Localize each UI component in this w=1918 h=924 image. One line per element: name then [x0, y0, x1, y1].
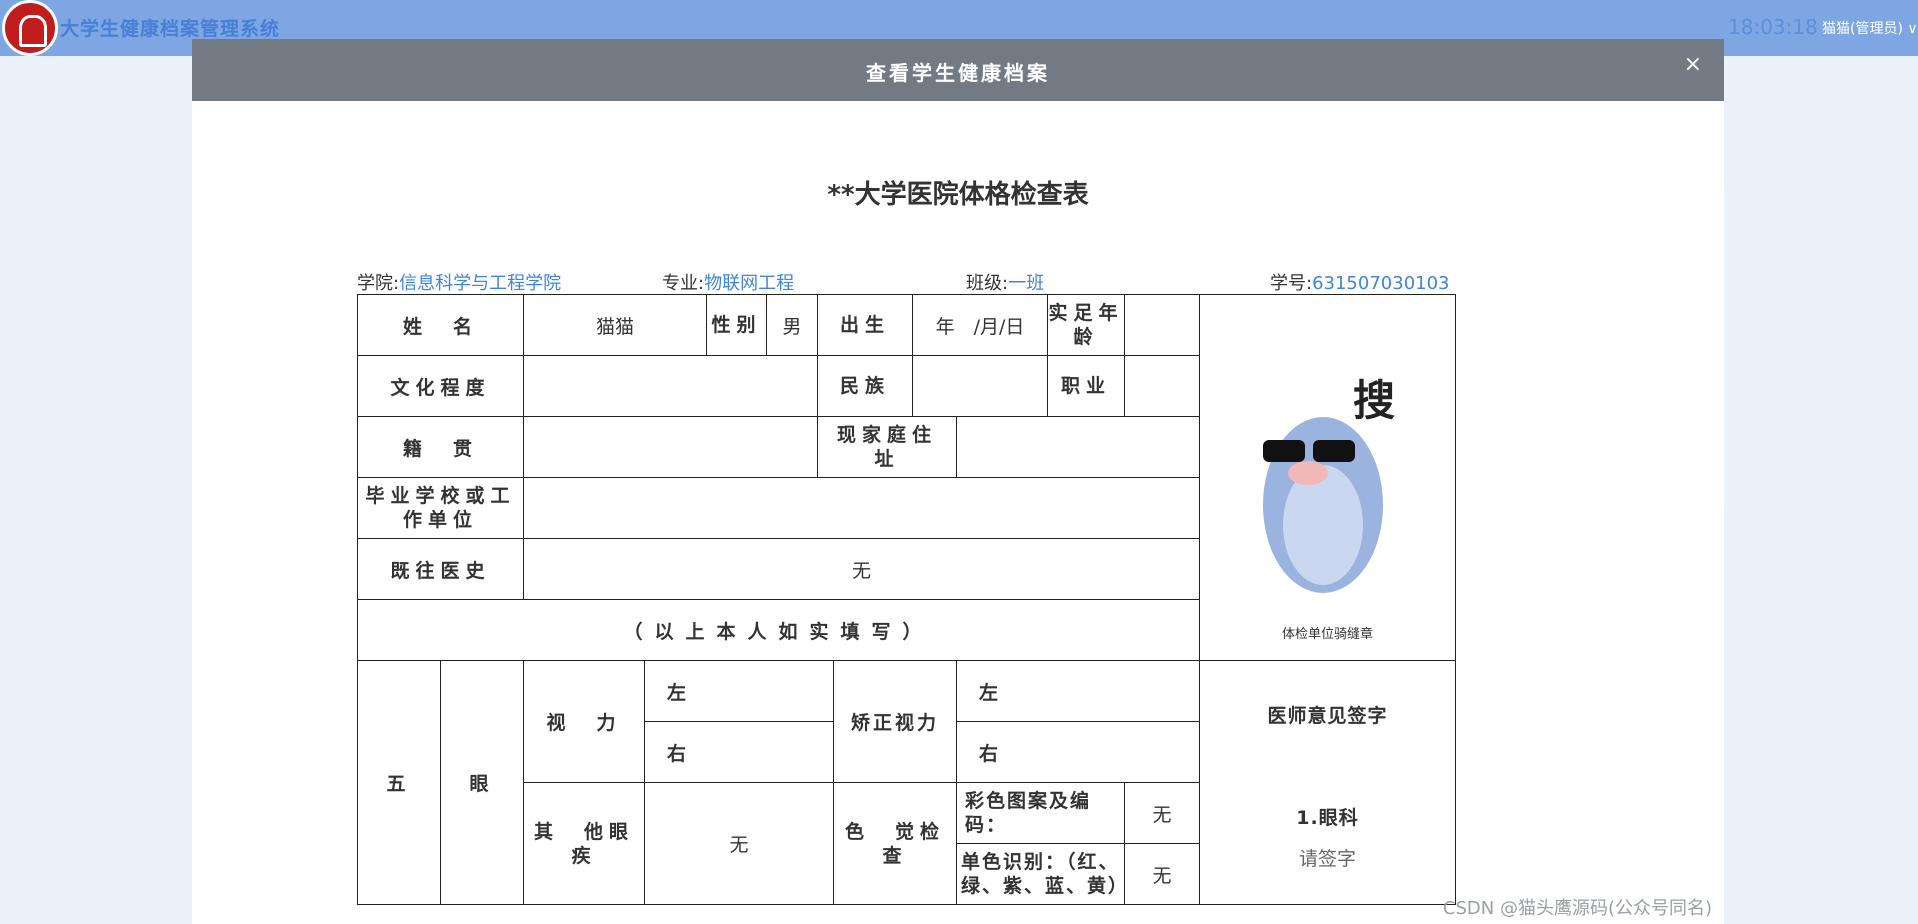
ethnic-label: 民族 [817, 355, 913, 417]
doctor-opinion-label: 医师意见签字 [1267, 705, 1388, 727]
user-name: 猫猫(管理员) [1822, 21, 1903, 37]
major-label: 专业: [662, 273, 705, 294]
age-value [1124, 294, 1200, 356]
corrected-right-label: 右 [956, 721, 1200, 783]
color-vision-label: 色 觉检 查 [833, 782, 964, 905]
section-five-label: 五 [357, 660, 441, 905]
name-value: 猫猫 [523, 294, 707, 356]
other-eye-label: 其 他眼 疾 [523, 782, 653, 905]
other-eye-value: 无 [644, 782, 834, 905]
corrected-left-label: 左 [956, 660, 1200, 722]
doctor-opinion-cell: 医师意见签字 1.眼科 请签字 [1199, 660, 1456, 905]
ethnic-value [912, 355, 1048, 417]
school-label: 毕业学校或工作单位 [357, 477, 524, 539]
college-field: 学院:信息科学与工程学院 [357, 269, 561, 295]
job-label: 职业 [1047, 355, 1125, 417]
student-id-value: 631507030103 [1312, 273, 1450, 294]
university-logo [2, 0, 58, 56]
native-place-label: 籍 贯 [357, 416, 524, 478]
mono-color-label: 单色识别：（红、绿、紫、蓝、黄） [956, 843, 1127, 905]
student-id-label: 学号: [1270, 273, 1313, 294]
watermark: CSDN @猫头鹰源码(公众号同名) [1442, 898, 1712, 919]
gender-value: 男 [766, 294, 818, 356]
class-label: 班级: [966, 273, 1009, 294]
birth-date-input[interactable]: 年 /月/日 [912, 294, 1048, 356]
student-id-field: 学号:631507030103 [1270, 269, 1450, 295]
clock: 18:03:18 [1728, 15, 1818, 39]
svg-text:搜: 搜 [1353, 376, 1395, 425]
corrected-vision-label: 矫正视力 [833, 660, 957, 783]
vision-left-label: 左 [644, 660, 834, 722]
major-value: 物联网工程 [704, 273, 795, 294]
health-record-modal: 查看学生健康档案 × **大学医院体格检查表 学院:信息科学与工程学院 专业:物… [192, 39, 1724, 924]
address-value [956, 416, 1200, 478]
color-pattern-value: 无 [1124, 782, 1200, 844]
education-label: 文化程度 [357, 355, 524, 417]
exam-table: 姓 名 猫猫 性别 男 出生 年 /月/日 实足年龄 搜 体检单位骑缝章 文化程… [357, 294, 1456, 905]
color-pattern-label: 彩色图案及编码： [956, 782, 1125, 844]
form-title: **大学医院体格检查表 [827, 180, 1089, 210]
name-label: 姓 名 [357, 294, 524, 356]
age-label: 实足年龄 [1047, 294, 1125, 356]
photo-cell: 搜 体检单位骑缝章 [1199, 294, 1456, 661]
history-label: 既往医史 [357, 538, 524, 600]
close-icon[interactable]: × [1684, 52, 1702, 77]
stamp-label: 体检单位骑缝章 [1281, 627, 1373, 642]
college-label: 学院: [357, 273, 400, 294]
history-value: 无 [523, 538, 1200, 600]
chevron-down-icon: ∨ [1907, 21, 1918, 37]
modal-header: 查看学生健康档案 × [192, 39, 1724, 101]
eye-label: 眼 [440, 660, 524, 905]
sign-here[interactable]: 请签字 [1200, 844, 1455, 871]
college-value: 信息科学与工程学院 [399, 273, 562, 294]
native-place-value [523, 416, 818, 478]
student-photo: 搜 [1262, 376, 1395, 593]
user-menu[interactable]: 猫猫(管理员) ∨ [1822, 18, 1918, 38]
honesty-note: （以上本人如实填写） [357, 599, 1200, 661]
address-label: 现家庭住 址 [817, 416, 957, 478]
class-field: 班级:一班 [966, 269, 1044, 295]
vision-right-label: 右 [644, 721, 834, 783]
major-field: 专业:物联网工程 [662, 269, 794, 295]
gender-label: 性别 [706, 294, 767, 356]
class-value: 一班 [1008, 273, 1045, 294]
education-value [523, 355, 818, 417]
school-value [523, 477, 1200, 539]
job-value [1124, 355, 1200, 417]
vision-label: 视 力 [523, 660, 645, 783]
mono-color-value: 无 [1124, 843, 1200, 905]
birth-label: 出生 [817, 294, 913, 356]
app-title: 大学生健康档案管理系统 [60, 18, 281, 40]
modal-title: 查看学生健康档案 [866, 61, 1050, 85]
eye-dept-label: 1.眼科 [1296, 807, 1359, 829]
